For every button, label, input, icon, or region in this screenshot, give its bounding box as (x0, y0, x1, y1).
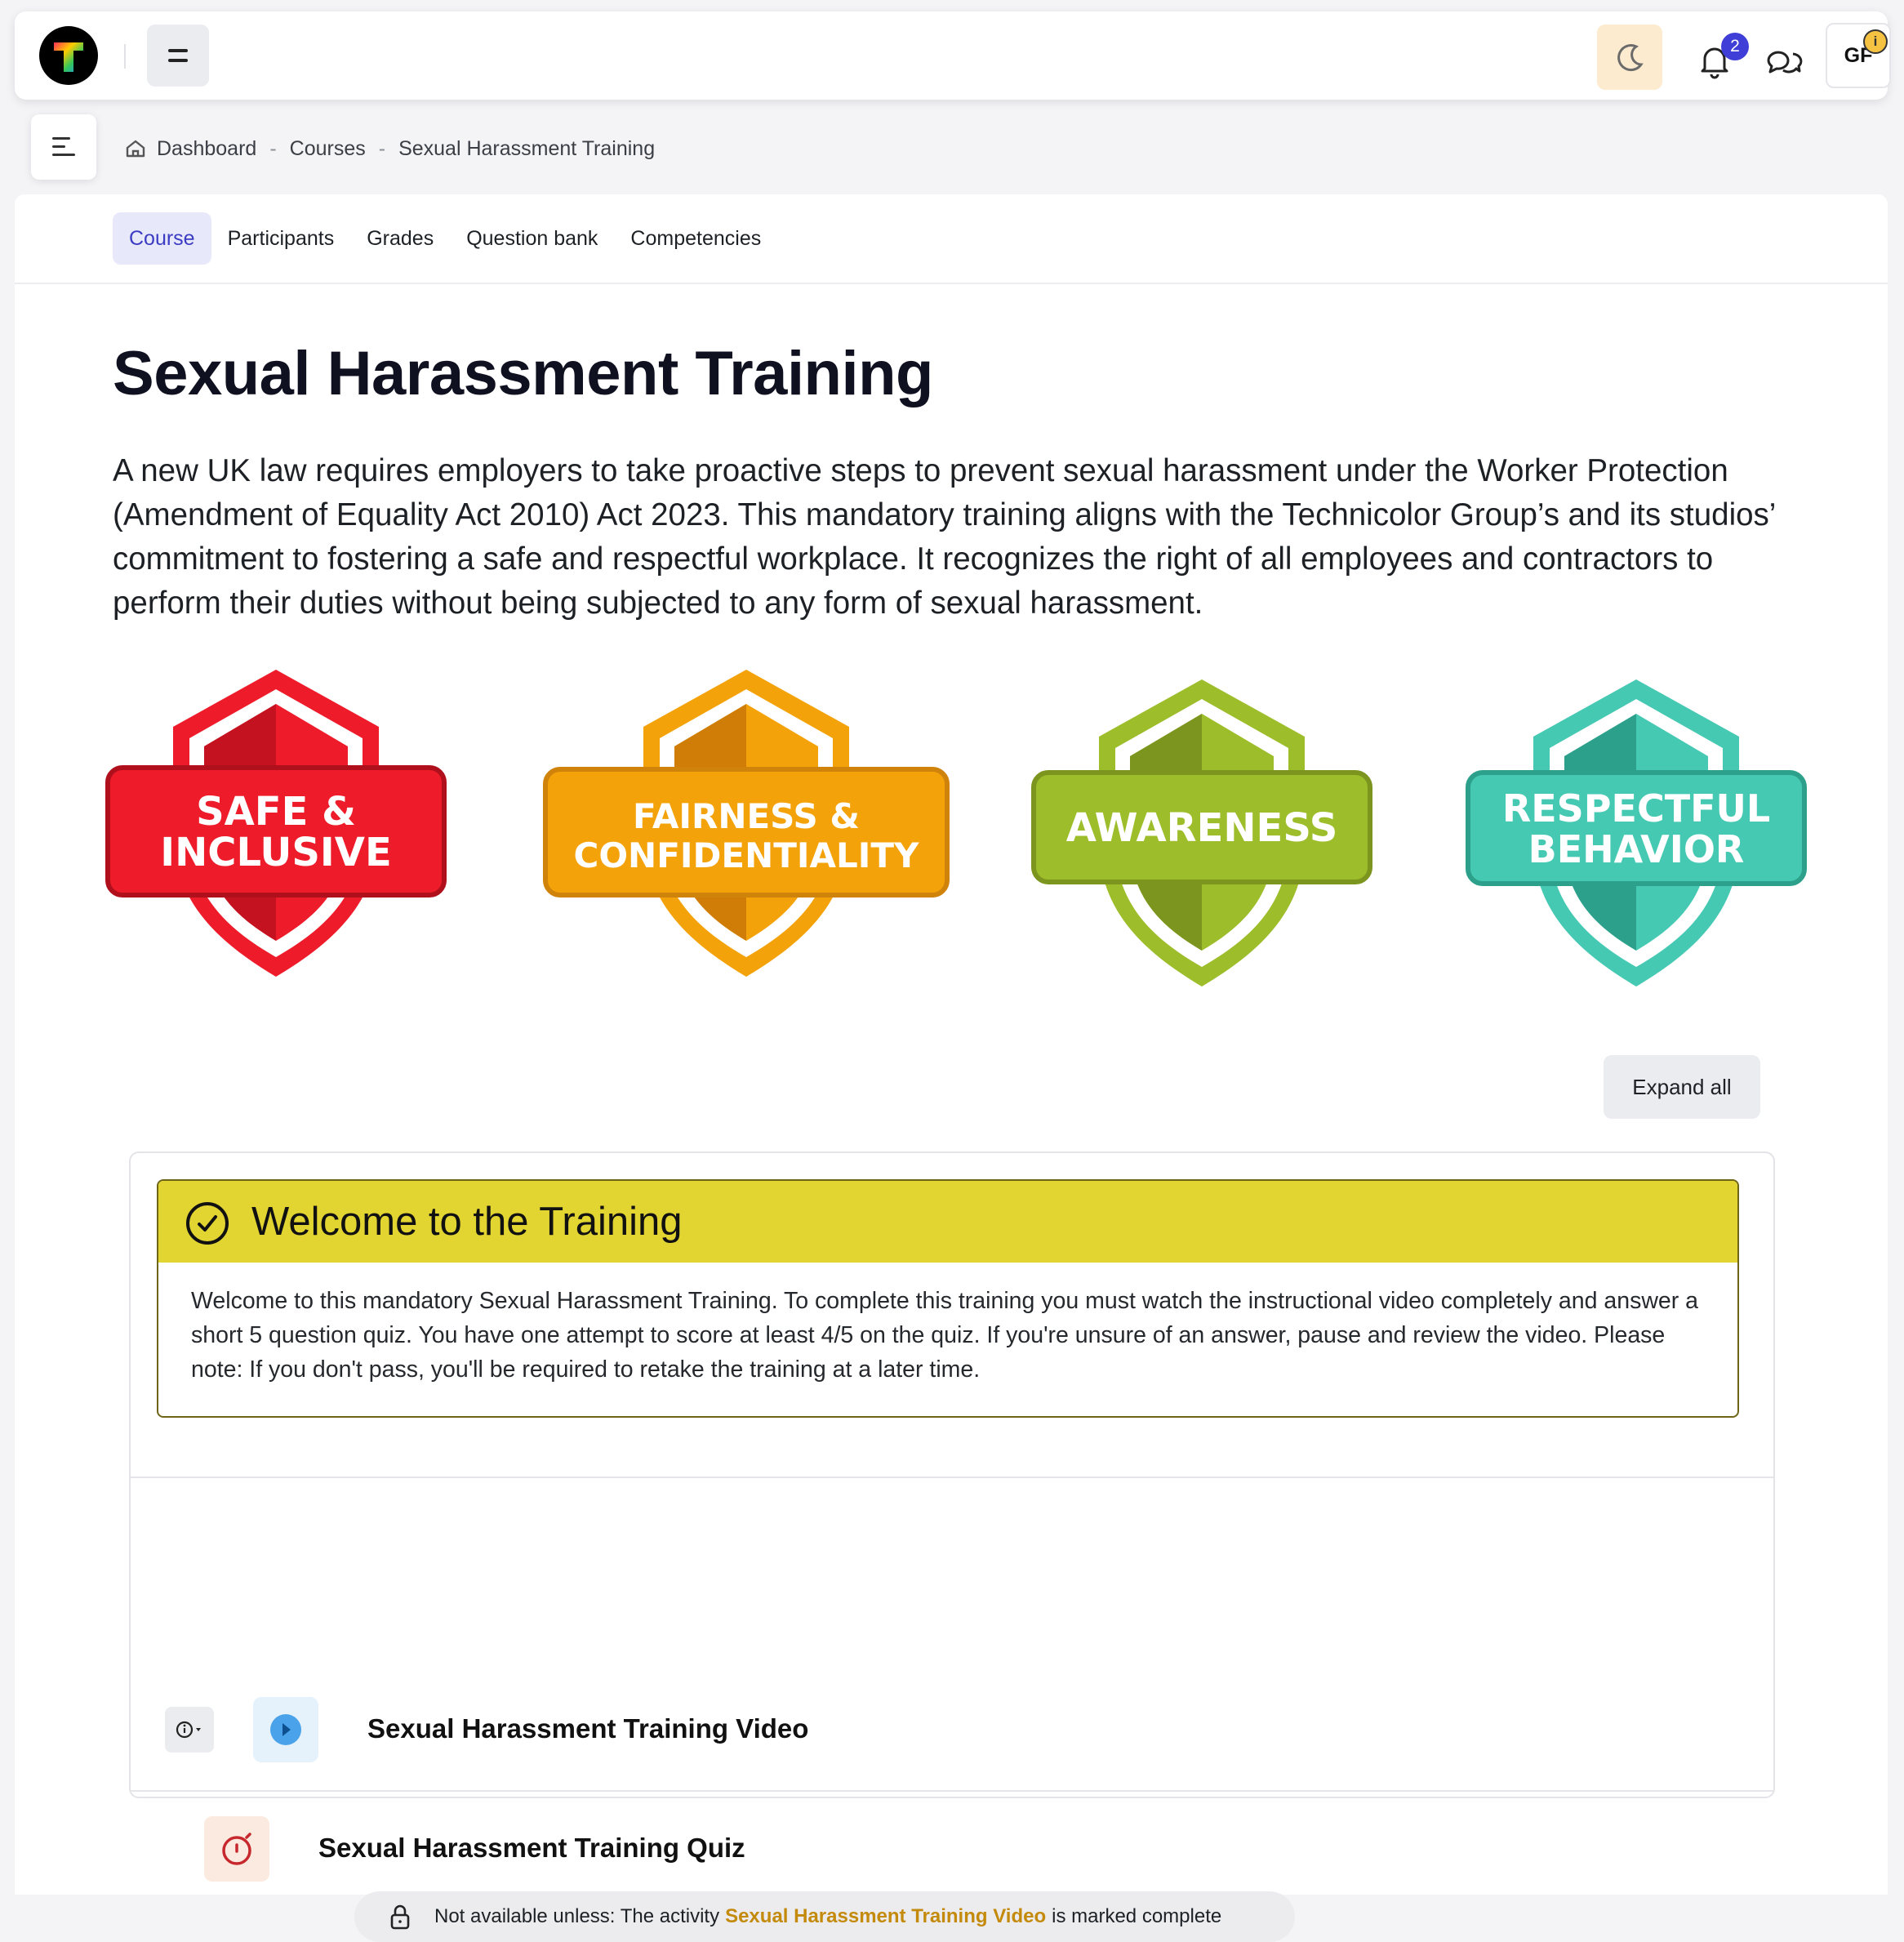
primary-menu-button[interactable] (147, 24, 209, 87)
welcome-section: Welcome to the Training Welcome to this … (157, 1179, 1739, 1418)
notification-count-badge: 2 (1721, 33, 1749, 60)
badge-awareness: AWARENESS (1031, 679, 1372, 987)
expand-all-button[interactable]: Expand all (1604, 1055, 1760, 1119)
tab-participants[interactable]: Participants (211, 212, 351, 265)
access-restriction: Not available unless: The activity Sexua… (354, 1891, 1295, 1942)
course-section: Welcome to the Training Welcome to this … (129, 1151, 1775, 1942)
quiz-activity-icon (204, 1816, 269, 1882)
home-icon (126, 140, 145, 158)
badge-text: CONFIDENTIALITY (574, 835, 920, 875)
drawer-icon-line (52, 154, 75, 156)
video-activity-icon (253, 1697, 318, 1762)
dark-mode-toggle[interactable] (1597, 24, 1662, 90)
badge-text: BEHAVIOR (1528, 827, 1745, 871)
tab-course[interactable]: Course (113, 212, 211, 265)
section-header[interactable]: Welcome to the Training (158, 1181, 1737, 1263)
tab-question-bank[interactable]: Question bank (450, 212, 614, 265)
play-icon (270, 1714, 301, 1745)
breadcrumb-current-course[interactable]: Sexual Harassment Training (398, 137, 655, 161)
breadcrumb: Dashboard - Courses - Sexual Harassment … (124, 134, 655, 163)
section-summary: Welcome to this mandatory Sexual Harassm… (191, 1288, 1699, 1383)
video-activity-link[interactable]: Sexual Harassment Training Video (367, 1713, 808, 1744)
breadcrumb-courses[interactable]: Courses (290, 137, 366, 161)
restriction-activity-link[interactable]: Sexual Harassment Training Video (725, 1905, 1046, 1928)
navbar-divider (124, 44, 126, 69)
secondary-navigation: Course Participants Grades Question bank… (113, 212, 777, 265)
site-logo[interactable] (39, 26, 98, 85)
section-title: Welcome to the Training (251, 1200, 683, 1244)
badge-text: FAIRNESS & (633, 796, 860, 836)
activity-info-dropdown[interactable] (165, 1707, 214, 1753)
row-divider (131, 1790, 1773, 1792)
badge-fairness-confidentiality: FAIRNESS & CONFIDENTIALITY (543, 670, 950, 977)
restriction-prefix: Not available unless: The activity (434, 1905, 720, 1927)
warning-icon: i (1863, 29, 1888, 54)
moon-icon (1617, 44, 1644, 72)
hamburger-icon (168, 49, 188, 52)
course-index-drawer-button[interactable] (31, 114, 96, 180)
restriction-suffix: is marked complete (1052, 1905, 1222, 1927)
chat-icon (1767, 51, 1803, 73)
badge-text: SAFE & (196, 789, 356, 835)
badge-respectful-behavior: RESPECTFUL BEHAVIOR (1466, 679, 1807, 987)
lock-icon (390, 1904, 410, 1930)
course-content: Course Participants Grades Question bank… (15, 194, 1888, 1942)
drawer-icon (52, 137, 70, 140)
badge-safe-inclusive: SAFE & INCLUSIVE (105, 670, 447, 977)
drawer-icon-line (52, 145, 65, 148)
course-summary: A new UK law requires employers to take … (113, 453, 1775, 621)
breadcrumb-separator: - (378, 136, 386, 160)
tabs-divider (15, 283, 1888, 284)
breadcrumb-dashboard[interactable]: Dashboard (157, 137, 256, 161)
badge-text: AWARENESS (1066, 805, 1338, 851)
tab-grades[interactable]: Grades (350, 212, 450, 265)
quiz-activity-link[interactable]: Sexual Harassment Training Quiz (318, 1833, 745, 1864)
badge-text: RESPECTFUL (1502, 786, 1770, 831)
values-badges: SAFE & INCLUSIVE FAIRNESS & CONFIDENTIAL… (105, 661, 1819, 1200)
stopwatch-icon (222, 1833, 251, 1865)
info-icon (176, 1721, 201, 1739)
badge-text: INCLUSIVE (160, 830, 391, 875)
page-title: Sexual Harassment Training (113, 339, 933, 408)
breadcrumb-separator: - (269, 136, 277, 160)
check-circle-icon (186, 1202, 229, 1245)
hamburger-icon-bar (168, 59, 188, 62)
tab-competencies[interactable]: Competencies (614, 212, 777, 265)
messages-button[interactable] (1759, 36, 1808, 85)
row-divider (131, 1477, 1773, 1478)
top-navbar: 2 GF i (15, 11, 1891, 100)
